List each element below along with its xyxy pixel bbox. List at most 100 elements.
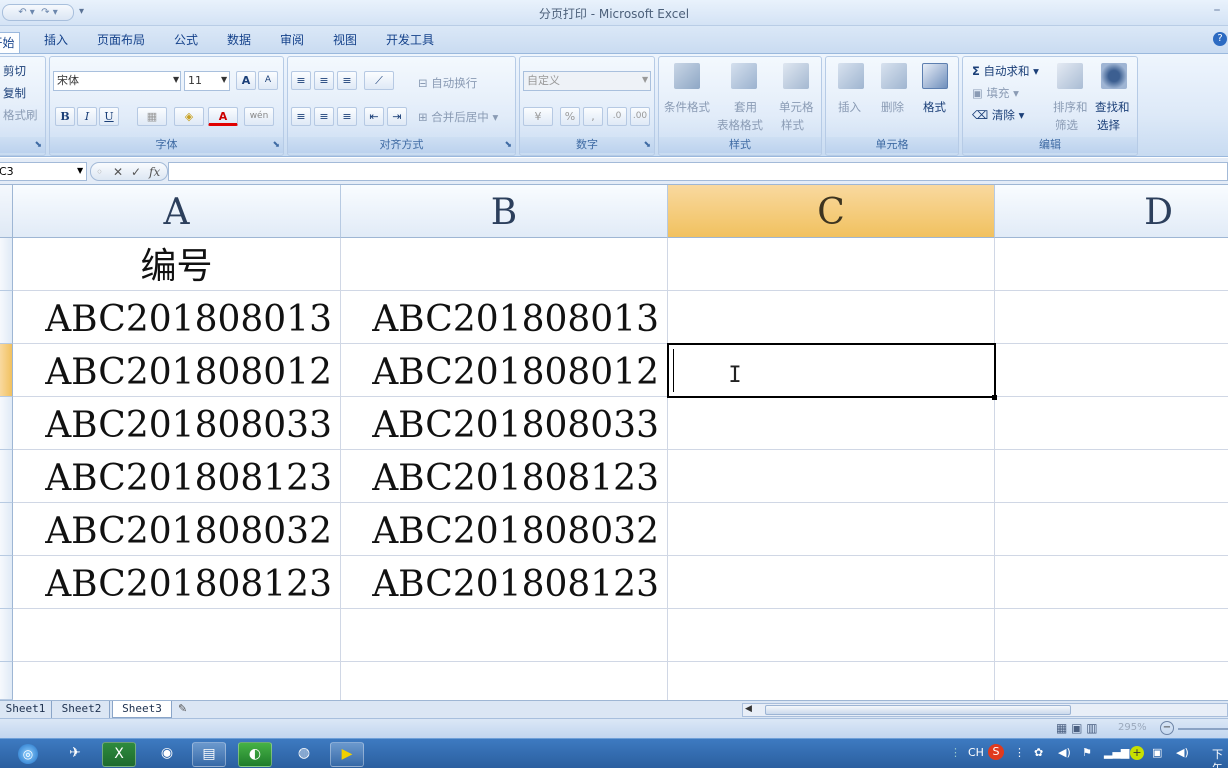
security-icon[interactable]: + (1130, 746, 1144, 760)
insert-function-icon[interactable]: fx (149, 164, 160, 180)
cell-a3[interactable]: ABC201808012 (13, 345, 340, 398)
sheet-tab-sheet3[interactable]: Sheet3 (112, 701, 172, 718)
align-bottom-icon[interactable]: ≡ (337, 71, 357, 90)
decrease-decimal-icon[interactable]: .00 (630, 107, 650, 126)
clock[interactable]: 下午 (1212, 748, 1228, 768)
horizontal-scrollbar[interactable]: ◀ (742, 703, 1228, 717)
cell-a5[interactable]: ABC201808123 (13, 451, 340, 504)
wrap-text-button[interactable]: ⊟ 自动换行 (418, 75, 477, 91)
decrease-indent-icon[interactable]: ⇤ (364, 107, 384, 126)
tab-data[interactable]: 数据 (217, 33, 261, 55)
cell-a7[interactable]: ABC201808123 (13, 557, 340, 610)
expand-icon[interactable]: ◦ (96, 164, 103, 180)
folder-taskbar-icon[interactable]: ▤ (192, 742, 226, 767)
tab-insert[interactable]: 插入 (34, 33, 78, 55)
autosum-button[interactable]: Σ 自动求和 ▾ (972, 63, 1039, 79)
insert-cells-button[interactable]: 插入 (838, 99, 861, 115)
start-icon[interactable]: ◎ (18, 744, 38, 764)
tab-page-layout[interactable]: 页面布局 (92, 33, 150, 55)
tab-review[interactable]: 审阅 (270, 33, 314, 55)
green-app-taskbar-icon[interactable]: ◐ (238, 742, 272, 767)
cell-styles-label-1[interactable]: 单元格 (779, 99, 814, 115)
number-format-dropdown-icon[interactable]: ▼ (642, 75, 648, 84)
align-middle-icon[interactable]: ≡ (314, 71, 334, 90)
format-as-table-label-1[interactable]: 套用 (734, 99, 757, 115)
shrink-font-button[interactable]: A (258, 71, 278, 90)
browser-taskbar-icon[interactable]: ◉ (150, 742, 184, 767)
cell-b6[interactable]: ABC201808032 (341, 504, 667, 557)
align-top-icon[interactable]: ≡ (291, 71, 311, 90)
column-header-c[interactable]: C (668, 185, 995, 238)
volume-icon[interactable]: ◀) (1176, 746, 1189, 760)
italic-button[interactable]: I (77, 107, 97, 126)
tray-arrows-icon[interactable]: ⋮ (950, 746, 961, 760)
bird-app-icon[interactable]: ✈ (58, 742, 92, 767)
view-buttons[interactable]: ▦ ▣ ▥ (1056, 721, 1098, 735)
enter-icon[interactable]: ✓ (131, 164, 141, 180)
dialog-launcher-icon[interactable]: ⬊ (272, 137, 280, 153)
underline-button[interactable]: U (99, 107, 119, 126)
cell-a6[interactable]: ABC201808032 (13, 504, 340, 557)
flag-icon[interactable]: ⚑ (1082, 746, 1092, 760)
row-header-1[interactable] (0, 238, 13, 291)
format-cells-button[interactable]: 格式 (923, 99, 946, 115)
font-color-button[interactable]: A (208, 107, 238, 126)
name-box-dropdown-icon[interactable]: ▼ (77, 166, 83, 175)
ime-menu-icon[interactable]: ⋮ (1014, 746, 1025, 760)
chrome-taskbar-icon[interactable]: ◍ (287, 742, 321, 767)
number-format-box[interactable]: 自定义 (523, 71, 651, 91)
language-indicator[interactable]: CH (968, 746, 984, 760)
fill-handle[interactable] (992, 395, 997, 400)
row-header-9[interactable] (0, 662, 13, 700)
font-name-box[interactable]: 宋体 (53, 71, 181, 91)
row-header-5[interactable] (0, 450, 13, 503)
active-cell-c3[interactable] (667, 343, 996, 398)
grow-font-button[interactable]: A (236, 71, 256, 90)
cell-b5[interactable]: ABC201808123 (341, 451, 667, 504)
tab-view[interactable]: 视图 (323, 33, 367, 55)
conditional-format-button[interactable]: 条件格式 (664, 99, 710, 115)
percent-button[interactable]: % (560, 107, 580, 126)
zoom-level[interactable]: 295% (1118, 722, 1147, 733)
row-header-6[interactable] (0, 503, 13, 556)
bold-button[interactable]: B (55, 107, 75, 126)
dialog-launcher-icon[interactable]: ⬊ (34, 137, 42, 153)
align-center-icon[interactable]: ≡ (314, 107, 334, 126)
tab-formulas[interactable]: 公式 (164, 33, 208, 55)
zoom-slider[interactable] (1178, 728, 1228, 730)
column-header-b[interactable]: B (341, 185, 668, 238)
increase-indent-icon[interactable]: ⇥ (387, 107, 407, 126)
fill-button[interactable]: ▣ 填充 ▾ (972, 85, 1019, 101)
sogou-icon[interactable]: S (988, 744, 1004, 760)
excel-taskbar-icon[interactable]: X (102, 742, 136, 767)
cell-a1[interactable]: 编号 (13, 239, 340, 292)
find-select-label-1[interactable]: 查找和 (1095, 99, 1130, 115)
dialog-launcher-icon[interactable]: ⬊ (643, 137, 651, 153)
format-painter-button[interactable]: 格式刷 (3, 107, 38, 123)
row-header-2[interactable] (0, 291, 13, 344)
sheet-tab-sheet1[interactable]: Sheet1 (0, 701, 52, 718)
cell-b7[interactable]: ABC201808123 (341, 557, 667, 610)
copy-button[interactable]: 复制 (3, 85, 26, 101)
row-header-3[interactable] (0, 344, 13, 397)
cell-a4[interactable]: ABC201808033 (13, 398, 340, 451)
network-icon[interactable]: ▂▄▆ (1104, 746, 1129, 760)
scroll-left-icon[interactable]: ◀ (745, 704, 752, 714)
phonetic-button[interactable]: wén (244, 107, 274, 126)
row-header-8[interactable] (0, 609, 13, 662)
player-taskbar-icon[interactable]: ▶ (330, 742, 364, 767)
sort-filter-label-1[interactable]: 排序和 (1053, 99, 1088, 115)
help-icon[interactable]: ? (1213, 32, 1227, 46)
border-button[interactable]: ▦ (137, 107, 167, 126)
cell-b4[interactable]: ABC201808033 (341, 398, 667, 451)
column-header-d[interactable]: D (995, 185, 1228, 238)
dialog-launcher-icon[interactable]: ⬊ (504, 137, 512, 153)
insert-sheet-icon[interactable]: ✎ (178, 702, 187, 715)
row-header-4[interactable] (0, 397, 13, 450)
delete-cells-button[interactable]: 删除 (881, 99, 904, 115)
find-select-label-2[interactable]: 选择 (1097, 117, 1120, 133)
clear-button[interactable]: ⌫ 清除 ▾ (972, 107, 1024, 123)
cell-styles-label-2[interactable]: 样式 (781, 117, 804, 133)
align-right-icon[interactable]: ≡ (337, 107, 357, 126)
font-size-dropdown-icon[interactable]: ▼ (221, 75, 227, 84)
